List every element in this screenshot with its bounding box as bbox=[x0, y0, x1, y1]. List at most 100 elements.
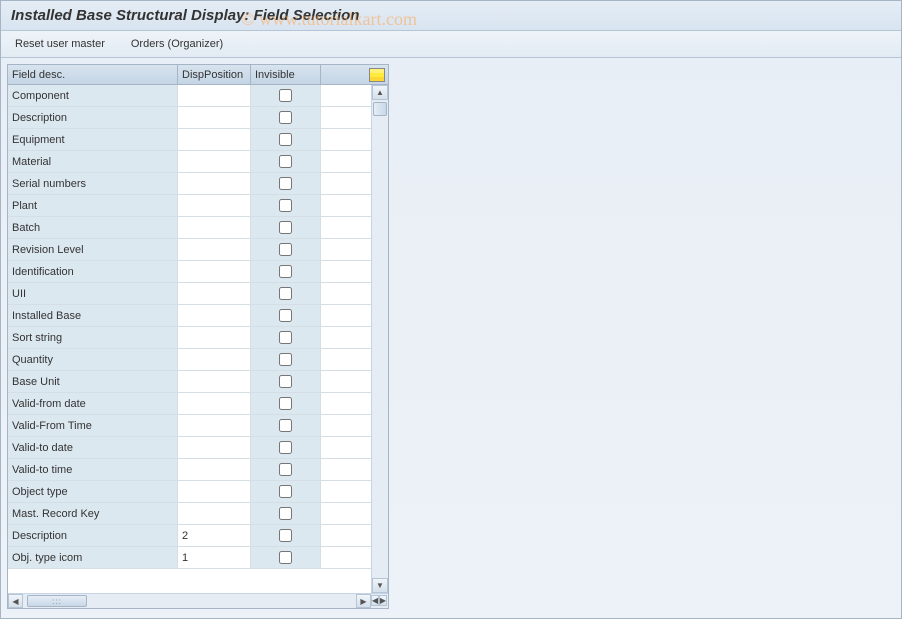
cell-invisible bbox=[251, 305, 321, 326]
cell-field-desc[interactable]: Material bbox=[8, 151, 178, 172]
cell-disp-position[interactable] bbox=[178, 173, 251, 194]
cell-disp-position[interactable] bbox=[178, 283, 251, 304]
hscroll-track[interactable]: ::: bbox=[23, 594, 356, 608]
cell-field-desc[interactable]: Quantity bbox=[8, 349, 178, 370]
table-row: Valid-to time bbox=[8, 459, 388, 481]
cell-field-desc[interactable]: Valid-to time bbox=[8, 459, 178, 480]
col-header-invisible[interactable]: Invisible bbox=[251, 65, 321, 84]
cell-invisible bbox=[251, 107, 321, 128]
scroll-left-end-button[interactable]: ◀ bbox=[371, 595, 379, 606]
cell-disp-position[interactable] bbox=[178, 239, 251, 260]
invisible-checkbox[interactable] bbox=[279, 155, 292, 168]
table-settings-icon[interactable] bbox=[369, 68, 385, 82]
scroll-right-button[interactable]: ▶ bbox=[356, 594, 371, 608]
cell-invisible bbox=[251, 151, 321, 172]
cell-disp-position[interactable] bbox=[178, 349, 251, 370]
invisible-checkbox[interactable] bbox=[279, 111, 292, 124]
cell-disp-position[interactable] bbox=[178, 459, 251, 480]
cell-disp-position[interactable] bbox=[178, 503, 251, 524]
cell-invisible bbox=[251, 481, 321, 502]
invisible-checkbox[interactable] bbox=[279, 221, 292, 234]
invisible-checkbox[interactable] bbox=[279, 133, 292, 146]
scroll-left-button[interactable]: ◀ bbox=[8, 594, 23, 608]
vscroll-track[interactable] bbox=[372, 100, 388, 578]
cell-invisible bbox=[251, 437, 321, 458]
cell-field-desc[interactable]: Valid-from date bbox=[8, 393, 178, 414]
table-row: UII bbox=[8, 283, 388, 305]
cell-disp-position[interactable] bbox=[178, 129, 251, 150]
table-row: Equipment bbox=[8, 129, 388, 151]
cell-field-desc[interactable]: Batch bbox=[8, 217, 178, 238]
invisible-checkbox[interactable] bbox=[279, 419, 292, 432]
cell-field-desc[interactable]: Component bbox=[8, 85, 178, 106]
cell-invisible bbox=[251, 371, 321, 392]
cell-disp-position[interactable] bbox=[178, 261, 251, 282]
cell-disp-position[interactable] bbox=[178, 415, 251, 436]
cell-disp-position[interactable] bbox=[178, 195, 251, 216]
cell-field-desc[interactable]: Serial numbers bbox=[8, 173, 178, 194]
invisible-checkbox[interactable] bbox=[279, 441, 292, 454]
cell-field-desc[interactable]: Mast. Record Key bbox=[8, 503, 178, 524]
hscroll-thumb[interactable]: ::: bbox=[27, 595, 87, 607]
cell-invisible bbox=[251, 327, 321, 348]
scroll-down-button[interactable]: ▼ bbox=[372, 578, 388, 593]
cell-field-desc[interactable]: Base Unit bbox=[8, 371, 178, 392]
scroll-right-end-button[interactable]: ▶ bbox=[379, 595, 387, 606]
invisible-checkbox[interactable] bbox=[279, 287, 292, 300]
cell-field-desc[interactable]: Equipment bbox=[8, 129, 178, 150]
invisible-checkbox[interactable] bbox=[279, 177, 292, 190]
cell-disp-position[interactable] bbox=[178, 393, 251, 414]
invisible-checkbox[interactable] bbox=[279, 89, 292, 102]
cell-disp-position[interactable]: 1 bbox=[178, 547, 251, 568]
invisible-checkbox[interactable] bbox=[279, 309, 292, 322]
invisible-checkbox[interactable] bbox=[279, 507, 292, 520]
col-header-field-desc[interactable]: Field desc. bbox=[8, 65, 178, 84]
invisible-checkbox[interactable] bbox=[279, 485, 292, 498]
table-row: Installed Base bbox=[8, 305, 388, 327]
scroll-corner: ◀▶ bbox=[371, 594, 388, 608]
invisible-checkbox[interactable] bbox=[279, 199, 292, 212]
invisible-checkbox[interactable] bbox=[279, 331, 292, 344]
cell-field-desc[interactable]: Valid-From Time bbox=[8, 415, 178, 436]
cell-field-desc[interactable]: Valid-to date bbox=[8, 437, 178, 458]
cell-invisible bbox=[251, 503, 321, 524]
cell-disp-position[interactable] bbox=[178, 327, 251, 348]
orders-organizer-button[interactable]: Orders (Organizer) bbox=[127, 36, 227, 52]
cell-disp-position[interactable] bbox=[178, 151, 251, 172]
cell-disp-position[interactable]: 2 bbox=[178, 525, 251, 546]
invisible-checkbox[interactable] bbox=[279, 551, 292, 564]
cell-disp-position[interactable] bbox=[178, 481, 251, 502]
cell-invisible bbox=[251, 547, 321, 568]
cell-field-desc[interactable]: Obj. type icom bbox=[8, 547, 178, 568]
reset-user-master-button[interactable]: Reset user master bbox=[11, 36, 109, 52]
cell-field-desc[interactable]: Identification bbox=[8, 261, 178, 282]
cell-field-desc[interactable]: Plant bbox=[8, 195, 178, 216]
cell-disp-position[interactable] bbox=[178, 437, 251, 458]
table-row: Object type bbox=[8, 481, 388, 503]
cell-disp-position[interactable] bbox=[178, 107, 251, 128]
invisible-checkbox[interactable] bbox=[279, 243, 292, 256]
cell-field-desc[interactable]: Sort string bbox=[8, 327, 178, 348]
table-settings-cell bbox=[321, 65, 388, 84]
cell-field-desc[interactable]: Revision Level bbox=[8, 239, 178, 260]
vscroll-thumb[interactable] bbox=[373, 102, 387, 116]
invisible-checkbox[interactable] bbox=[279, 375, 292, 388]
cell-disp-position[interactable] bbox=[178, 305, 251, 326]
invisible-checkbox[interactable] bbox=[279, 529, 292, 542]
cell-invisible bbox=[251, 239, 321, 260]
invisible-checkbox[interactable] bbox=[279, 265, 292, 278]
cell-field-desc[interactable]: Description bbox=[8, 107, 178, 128]
invisible-checkbox[interactable] bbox=[279, 353, 292, 366]
col-header-disp-position[interactable]: DispPosition bbox=[178, 65, 251, 84]
cell-disp-position[interactable] bbox=[178, 85, 251, 106]
cell-field-desc[interactable]: Description bbox=[8, 525, 178, 546]
titlebar: Installed Base Structural Display: Field… bbox=[1, 1, 901, 31]
invisible-checkbox[interactable] bbox=[279, 397, 292, 410]
cell-field-desc[interactable]: Object type bbox=[8, 481, 178, 502]
cell-field-desc[interactable]: UII bbox=[8, 283, 178, 304]
scroll-up-button[interactable]: ▲ bbox=[372, 85, 388, 100]
cell-disp-position[interactable] bbox=[178, 371, 251, 392]
invisible-checkbox[interactable] bbox=[279, 463, 292, 476]
cell-disp-position[interactable] bbox=[178, 217, 251, 238]
cell-field-desc[interactable]: Installed Base bbox=[8, 305, 178, 326]
